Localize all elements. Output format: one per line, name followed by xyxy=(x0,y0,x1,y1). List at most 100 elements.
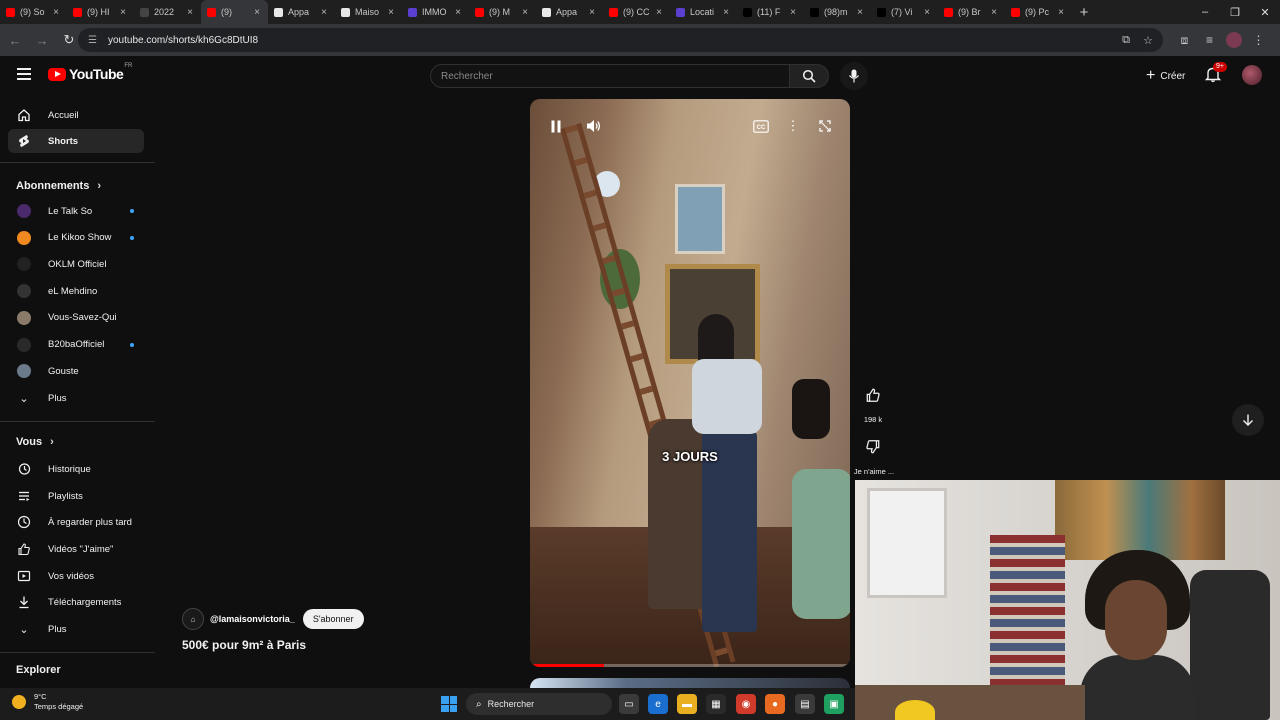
tab-close-icon[interactable]: × xyxy=(319,7,329,18)
app-icon[interactable]: ▤ xyxy=(795,694,815,714)
browser-tab[interactable]: (9) M × xyxy=(469,0,536,24)
sidebar-item-shorts[interactable]: Shorts xyxy=(8,129,144,153)
browser-tab[interactable]: (11) F × xyxy=(737,0,804,24)
browser-tab[interactable]: (9) HI × xyxy=(67,0,134,24)
sidebar-item-historique[interactable]: Historique xyxy=(8,457,144,481)
tab-close-icon[interactable]: × xyxy=(855,7,865,18)
weather-widget[interactable]: 9°C Temps dégagé xyxy=(12,692,83,712)
tab-close-icon[interactable]: × xyxy=(1056,7,1066,18)
channel-name[interactable]: @lamaisonvictoria_ xyxy=(210,614,295,624)
like-button[interactable] xyxy=(860,382,886,408)
tab-close-icon[interactable]: × xyxy=(51,7,61,18)
voice-search-button[interactable] xyxy=(840,62,868,90)
search-button[interactable] xyxy=(789,64,829,88)
tab-close-icon[interactable]: × xyxy=(252,7,262,18)
firefox-icon[interactable]: ● xyxy=(765,694,785,714)
tab-close-icon[interactable]: × xyxy=(654,7,664,18)
sidebar-item-label: Gouste xyxy=(48,365,79,377)
create-button[interactable]: + Créer xyxy=(1136,64,1195,88)
browser-tab[interactable]: (98)m × xyxy=(804,0,871,24)
pause-icon[interactable] xyxy=(546,116,566,136)
browser-tab[interactable]: Appa × xyxy=(536,0,603,24)
dislike-button[interactable] xyxy=(860,434,886,460)
sidebar-item-your-videos[interactable]: Vos vidéos xyxy=(8,564,144,588)
tab-favicon-icon xyxy=(944,7,953,17)
user-avatar[interactable] xyxy=(1242,65,1262,85)
minimize-icon[interactable]: – xyxy=(1190,0,1220,24)
captions-icon[interactable]: CC xyxy=(751,116,771,136)
you-header[interactable]: Vous › xyxy=(16,436,54,448)
browser-tab[interactable]: (9) CC × xyxy=(603,0,670,24)
sidebar-item-plus-2[interactable]: ⌄ Plus xyxy=(8,617,144,641)
url-field[interactable]: ☰ youtube.com/shorts/kh6Gc8DtUI8 ⧉ ☆ xyxy=(78,28,1163,52)
sidebar-subscription-item[interactable]: Vous-Savez-Qui xyxy=(8,306,144,330)
tab-close-icon[interactable]: × xyxy=(118,7,128,18)
browser-tab[interactable]: (9) Br × xyxy=(938,0,1005,24)
sidebar-item-watch-later[interactable]: À regarder plus tard xyxy=(8,510,144,534)
tab-close-icon[interactable]: × xyxy=(386,7,396,18)
chrome-icon[interactable]: ◉ xyxy=(736,694,756,714)
shorts-video-player[interactable]: CC ⋮ 3 JOURS xyxy=(530,99,850,667)
browser-tab[interactable]: (9) × xyxy=(201,0,268,24)
sidebar-item-playlists[interactable]: Playlists xyxy=(8,484,144,508)
sidebar-subscription-item[interactable]: B20baOfficiel xyxy=(8,333,144,357)
notifications-button[interactable]: 9+ xyxy=(1204,62,1227,85)
next-short-button[interactable] xyxy=(1232,404,1264,436)
tab-close-icon[interactable]: × xyxy=(989,7,999,18)
new-tab-icon[interactable]: + xyxy=(1072,0,1096,24)
subscribe-button[interactable]: S'abonner xyxy=(302,609,364,629)
profile-avatar[interactable] xyxy=(1226,32,1242,48)
browser-tab[interactable]: (7) Vi × xyxy=(871,0,938,24)
browser-tab[interactable]: Locati × xyxy=(670,0,737,24)
youtube-logo[interactable]: YouTube FR xyxy=(48,63,132,82)
sidebar-item-downloads[interactable]: Téléchargements xyxy=(8,590,144,614)
tab-close-icon[interactable]: × xyxy=(453,7,463,18)
store-icon[interactable]: ▦ xyxy=(706,694,726,714)
file-explorer-icon[interactable]: ▬ xyxy=(677,694,697,714)
app-icon[interactable]: ▣ xyxy=(824,694,844,714)
sidebar-item-accueil[interactable]: Accueil xyxy=(8,103,144,127)
sidebar-subscription-item[interactable]: eL Mehdino xyxy=(8,279,144,303)
channel-avatar[interactable]: ⌂ xyxy=(182,608,204,630)
tab-close-icon[interactable]: × xyxy=(587,7,597,18)
browser-tab[interactable]: 2022 × xyxy=(134,0,201,24)
close-window-icon[interactable]: ✕ xyxy=(1250,0,1280,24)
browser-tab[interactable]: Maiso × xyxy=(335,0,402,24)
forward-icon[interactable]: → xyxy=(30,28,54,52)
install-app-icon[interactable]: ⧉ xyxy=(1115,34,1137,47)
search-input[interactable] xyxy=(431,65,789,87)
task-view-icon[interactable]: ▭ xyxy=(619,694,639,714)
sidebar-subscription-item[interactable]: Gouste xyxy=(8,359,144,383)
subscriptions-header[interactable]: Abonnements › xyxy=(16,180,101,192)
browser-menu-icon[interactable]: ⋮ xyxy=(1246,33,1271,47)
tab-close-icon[interactable]: × xyxy=(721,7,731,18)
windows-start-icon[interactable] xyxy=(441,696,457,712)
sidebar-subscription-item[interactable]: Le Kikoo Show xyxy=(8,226,144,250)
sidebar-item-plus[interactable]: ⌄ Plus xyxy=(8,386,144,410)
tab-close-icon[interactable]: × xyxy=(185,7,195,18)
fullscreen-icon[interactable] xyxy=(815,116,835,136)
browser-tab[interactable]: (9) Pc × xyxy=(1005,0,1072,24)
tab-close-icon[interactable]: × xyxy=(922,7,932,18)
divider xyxy=(0,421,155,422)
volume-icon[interactable] xyxy=(584,116,604,136)
more-options-icon[interactable]: ⋮ xyxy=(783,116,803,136)
tab-close-icon[interactable]: × xyxy=(520,7,530,18)
menu-icon[interactable] xyxy=(14,65,34,85)
progress-bar[interactable] xyxy=(530,664,850,667)
tab-close-icon[interactable]: × xyxy=(788,7,798,18)
browser-tab[interactable]: IMMO × xyxy=(402,0,469,24)
sidebar-item-liked-videos[interactable]: Vidéos "J'aime" xyxy=(8,537,144,561)
browser-tab[interactable]: (9) So × xyxy=(0,0,67,24)
sidebar-subscription-item[interactable]: OKLM Officiel xyxy=(8,252,144,276)
sidebar-subscription-item[interactable]: Le Talk So xyxy=(8,199,144,223)
extensions-icon[interactable]: ⧈ xyxy=(1172,33,1197,48)
back-icon[interactable]: ← xyxy=(3,28,27,52)
edge-icon[interactable]: e xyxy=(648,694,668,714)
site-info-icon[interactable]: ☰ xyxy=(88,35,100,46)
bookmark-star-icon[interactable]: ☆ xyxy=(1137,34,1159,47)
media-control-icon[interactable]: ≡ xyxy=(1197,33,1222,47)
taskbar-search[interactable]: ⌕ Rechercher xyxy=(466,693,612,715)
browser-tab[interactable]: Appa × xyxy=(268,0,335,24)
restore-icon[interactable]: ❐ xyxy=(1220,0,1250,24)
